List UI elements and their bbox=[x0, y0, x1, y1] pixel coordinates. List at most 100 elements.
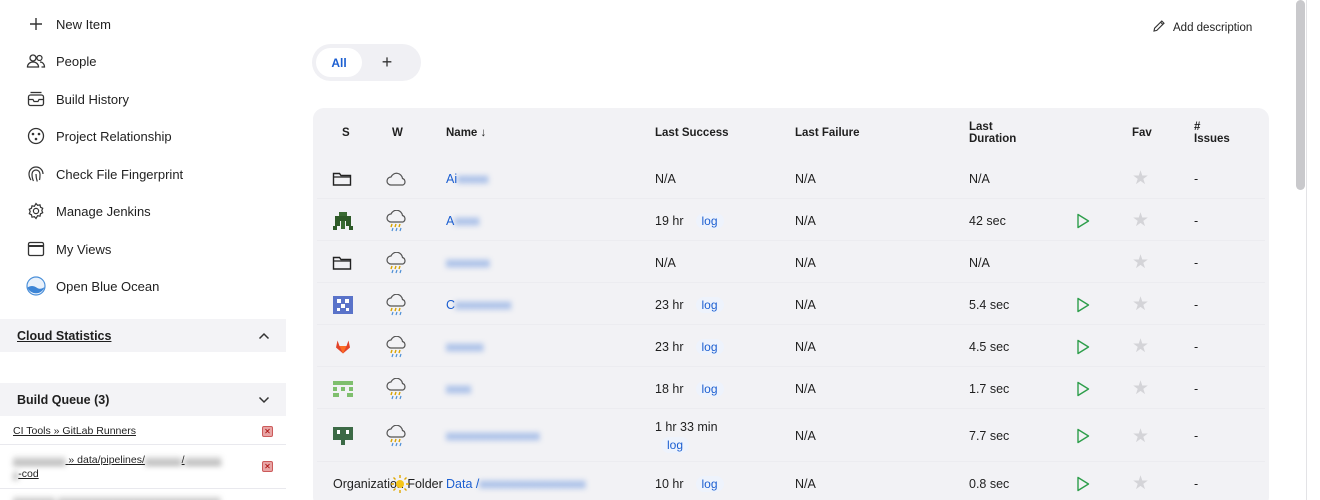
column-header-last-success[interactable]: Last Success bbox=[655, 108, 729, 158]
cloud-statistics-title[interactable]: Cloud Statistics bbox=[17, 329, 111, 343]
last-failure: N/A bbox=[795, 429, 816, 443]
sidebar-item-label: Project Relationship bbox=[56, 128, 172, 144]
play-icon[interactable] bbox=[1076, 410, 1090, 462]
last-failure: N/A bbox=[795, 476, 816, 491]
table-row: xxxx 18 hr log N/A 1.7 sec ★ - bbox=[317, 368, 1265, 409]
favorite-star-icon[interactable]: ★ bbox=[1132, 368, 1149, 409]
play-icon[interactable] bbox=[1076, 326, 1090, 367]
cancel-icon[interactable]: ✕ bbox=[262, 461, 273, 472]
job-name-link[interactable]: xxxxxxx bbox=[446, 242, 490, 283]
redacted-text: xxxx bbox=[454, 213, 480, 228]
job-name-link[interactable]: xxxx bbox=[446, 368, 471, 409]
project-avatar-icon bbox=[333, 410, 353, 462]
log-link[interactable]: log bbox=[695, 475, 724, 492]
job-name-link[interactable]: Data / xxxxxxxxxxxxxxxxx bbox=[446, 463, 586, 500]
cloud-statistics-header[interactable]: Cloud Statistics bbox=[0, 319, 286, 352]
job-name-link[interactable]: Ai xxxxx bbox=[446, 158, 488, 199]
sidebar-item-check-file-fingerprint[interactable]: Check File Fingerprint bbox=[25, 160, 183, 188]
last-duration: N/A bbox=[969, 255, 990, 270]
column-header-last-duration[interactable]: Last Duration bbox=[969, 108, 1016, 158]
log-link[interactable]: log bbox=[695, 212, 724, 229]
sidebar-item-label: New Item bbox=[56, 16, 111, 32]
favorite-star-icon[interactable]: ★ bbox=[1132, 200, 1149, 241]
play-icon[interactable] bbox=[1076, 463, 1090, 500]
job-name-link[interactable]: Axxxx bbox=[446, 200, 479, 241]
build-queue-item-link[interactable]: CI Tools » GitLab Runners bbox=[13, 424, 136, 438]
job-name-link[interactable]: xxxxxxxxxxxxxxx bbox=[446, 410, 540, 462]
last-success: 23 hr log bbox=[655, 326, 724, 367]
table-row: Ai xxxxx N/A N/A N/A ★ - bbox=[317, 158, 1265, 199]
log-link[interactable]: log bbox=[661, 436, 690, 453]
redacted-text: xxxxxxx bbox=[144, 454, 182, 466]
favorite-star-icon[interactable]: ★ bbox=[1132, 463, 1149, 500]
log-link[interactable]: log bbox=[695, 338, 724, 355]
last-success: 1 hr 33 min log bbox=[655, 419, 718, 453]
column-header-last-failure[interactable]: Last Failure bbox=[795, 108, 860, 158]
sidebar-item-new-item[interactable]: New Item bbox=[25, 10, 111, 38]
sidebar-item-project-relationship[interactable]: Project Relationship bbox=[25, 122, 172, 150]
column-header-status[interactable]: S bbox=[342, 108, 350, 158]
add-view-button[interactable]: + bbox=[362, 48, 412, 77]
add-description-button[interactable]: Add description bbox=[1152, 19, 1252, 36]
build-queue-item[interactable]: CI Tools » GitLab Runners ✕ bbox=[13, 424, 273, 438]
fingerprint-icon bbox=[25, 163, 47, 185]
issues-count: - bbox=[1194, 297, 1199, 312]
jobs-table: S W Name ↓ Last Success Last Failure Las… bbox=[313, 108, 1269, 500]
issues-count: - bbox=[1194, 476, 1199, 491]
chevron-up-icon[interactable] bbox=[258, 328, 270, 343]
job-name-link[interactable]: xxxxxx bbox=[446, 326, 484, 367]
last-duration: 4.5 sec bbox=[969, 339, 1010, 354]
cloudy-icon bbox=[385, 158, 409, 199]
favorite-star-icon[interactable]: ★ bbox=[1132, 158, 1149, 199]
favorite-star-icon[interactable]: ★ bbox=[1132, 326, 1149, 367]
sidebar-item-people[interactable]: People bbox=[25, 47, 96, 75]
table-row: xxxxxxx N/A N/A N/A ★ - bbox=[317, 242, 1265, 283]
table-row: Cxxxxxxxxx 23 hr log N/A 5.4 sec ★ - bbox=[317, 284, 1265, 325]
issues-count: - bbox=[1194, 171, 1199, 186]
divider bbox=[0, 444, 286, 445]
favorite-star-icon[interactable]: ★ bbox=[1132, 410, 1149, 462]
pencil-icon bbox=[1152, 19, 1173, 36]
sidebar-item-label: People bbox=[56, 53, 97, 69]
sidebar-item-open-blue-ocean[interactable]: Open Blue Ocean bbox=[25, 272, 159, 300]
job-name-link[interactable]: Cxxxxxxxxx bbox=[446, 284, 511, 325]
play-icon[interactable] bbox=[1076, 200, 1090, 241]
storm-icon bbox=[385, 326, 409, 367]
build-queue-item[interactable]: xxxxxxxxxx » data/pipelines/xxxxxxx/xxxx… bbox=[13, 453, 273, 481]
redacted-text: xxxxxxxxxxxxxxxxx bbox=[479, 476, 586, 491]
storm-icon bbox=[385, 368, 409, 409]
log-link[interactable]: log bbox=[695, 380, 724, 397]
play-icon[interactable] bbox=[1076, 368, 1090, 409]
log-link[interactable]: log bbox=[695, 296, 724, 313]
last-success: N/A bbox=[655, 255, 676, 270]
sidebar-item-my-views[interactable]: My Views bbox=[25, 235, 111, 263]
sidebar-item-label: Open Blue Ocean bbox=[56, 278, 160, 294]
play-icon[interactable] bbox=[1076, 284, 1090, 325]
column-header-fav[interactable]: Fav bbox=[1132, 108, 1152, 158]
build-queue-item[interactable]: xxxxxxxx xxxxxxxxxxxxxxxxxxxxxxxxxxxxxxx bbox=[13, 493, 273, 500]
favorite-star-icon[interactable]: ★ bbox=[1132, 284, 1149, 325]
storm-icon bbox=[385, 242, 409, 283]
last-success: 19 hr log bbox=[655, 200, 724, 241]
last-failure: N/A bbox=[795, 339, 816, 354]
blue-ocean-icon bbox=[25, 275, 47, 297]
cancel-icon[interactable]: ✕ bbox=[262, 426, 273, 437]
last-duration: N/A bbox=[969, 171, 990, 186]
people-icon bbox=[25, 50, 47, 72]
build-queue-item-link[interactable]: xxxxxxxxxx » data/pipelines/xxxxxxx/xxxx… bbox=[13, 453, 221, 481]
sidebar-item-manage-jenkins[interactable]: Manage Jenkins bbox=[25, 197, 151, 225]
column-header-name[interactable]: Name ↓ bbox=[446, 108, 486, 158]
scrollbar-thumb[interactable] bbox=[1296, 0, 1305, 190]
relationship-icon bbox=[25, 125, 47, 147]
sidebar-item-build-history[interactable]: Build History bbox=[25, 85, 129, 113]
redacted-text: xxxxxx bbox=[446, 339, 484, 354]
column-header-issues[interactable]: # Issues bbox=[1194, 108, 1230, 158]
issues-count: - bbox=[1194, 339, 1199, 354]
favorite-star-icon[interactable]: ★ bbox=[1132, 242, 1149, 283]
build-queue-header[interactable]: Build Queue (3) bbox=[0, 383, 286, 416]
last-failure: N/A bbox=[795, 171, 816, 186]
tab-all[interactable]: All bbox=[316, 48, 362, 77]
column-header-weather[interactable]: W bbox=[392, 108, 403, 158]
last-success: N/A bbox=[655, 171, 676, 186]
chevron-down-icon[interactable] bbox=[258, 392, 270, 407]
